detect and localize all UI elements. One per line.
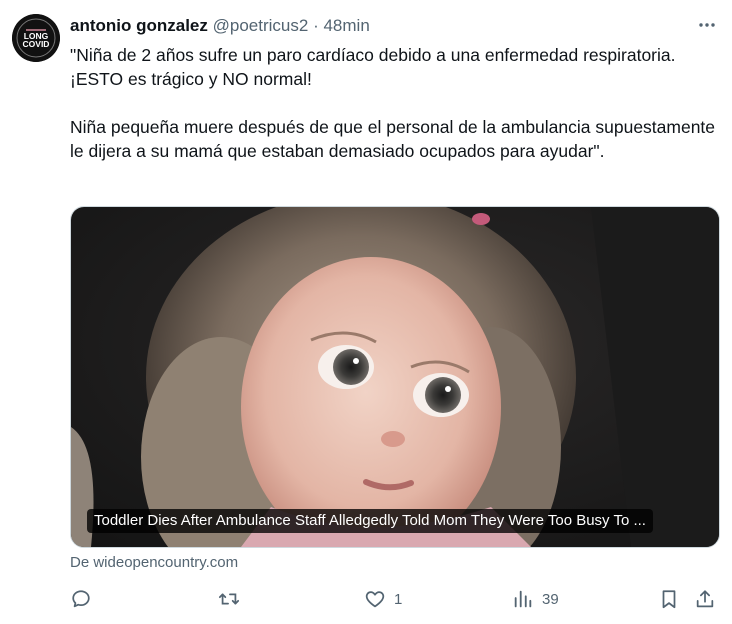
share-button[interactable]: [694, 586, 716, 612]
retweet-button[interactable]: [218, 586, 240, 612]
bookmark-icon: [662, 590, 676, 609]
tweet-time[interactable]: 48min: [323, 16, 369, 35]
views-button[interactable]: 39: [512, 586, 559, 612]
long-covid-logo: LONG COVID: [12, 14, 60, 62]
link-source[interactable]: De wideopencountry.com: [70, 554, 238, 571]
avatar[interactable]: LONG COVID: [12, 14, 60, 62]
link-card[interactable]: Toddler Dies After Ambulance Staff Alled…: [70, 206, 720, 548]
tweet-header: antonio gonzalez @poetricus2 · 48min: [70, 16, 370, 36]
more-icon: [699, 23, 715, 27]
bookmark-button[interactable]: [658, 586, 680, 612]
more-options-button[interactable]: [694, 12, 720, 38]
retweet-icon: [218, 593, 240, 605]
views-count: 39: [542, 590, 559, 608]
like-count: 1: [394, 590, 403, 608]
views-icon: [514, 590, 532, 608]
link-card-title[interactable]: Toddler Dies After Ambulance Staff Alled…: [87, 509, 653, 533]
heart-icon: [365, 591, 385, 608]
link-card-image: [71, 207, 719, 547]
tweet-text: "Niña de 2 años sufre un paro cardíaco d…: [70, 45, 716, 161]
reply-button[interactable]: [70, 586, 92, 612]
separator-dot: ·: [313, 16, 319, 35]
reply-icon: [72, 590, 90, 608]
action-bar: 1 39: [70, 586, 720, 612]
avatar-line2: COVID: [23, 39, 50, 49]
author-name[interactable]: antonio gonzalez: [70, 16, 208, 35]
like-button[interactable]: 1: [364, 586, 402, 612]
share-icon: [696, 590, 714, 608]
author-handle[interactable]: @poetricus2: [213, 16, 309, 35]
